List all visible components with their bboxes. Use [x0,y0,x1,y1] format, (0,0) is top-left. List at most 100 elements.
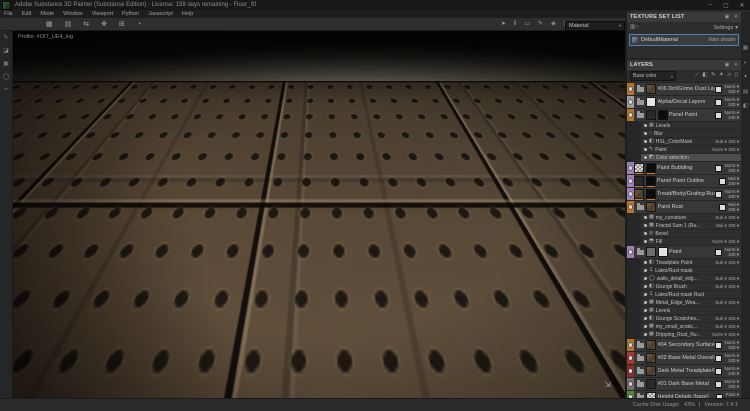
snapshot-icon[interactable]: ▭ [524,21,530,27]
visibility-eye-icon[interactable] [628,166,633,170]
visibility-eye-icon[interactable] [644,269,647,272]
visibility-eye-icon[interactable] [644,317,647,320]
layer-effect-row[interactable]: ◧ Grunge Brush Sub ▾ 100 ▾ [641,283,741,290]
visibility-eye-icon[interactable] [628,356,633,360]
visibility-eye-icon[interactable] [644,285,647,288]
dock-layers-icon[interactable]: ◧ [743,103,748,110]
visibility-eye-icon[interactable] [628,205,633,209]
blend-opacity-controls[interactable]: Norm ▾ 100 ▾ [724,366,741,377]
visibility-eye-icon[interactable] [628,343,633,347]
visibility-eye-icon[interactable] [644,148,647,151]
layer-effect-row[interactable]: ↧ Latex/Rust mask Rust [641,291,741,298]
texture-set-settings-button[interactable]: Settings ▾ [713,25,738,31]
visibility-eye-icon[interactable] [628,382,633,386]
blend-opacity-controls[interactable]: Norm ▾ 100 ▾ [712,239,741,245]
layer-effect-row[interactable]: ◩ Color selection [641,154,741,161]
blend-opacity-controls[interactable]: Norm ▾ 100 ▾ [724,110,741,121]
pen-pressure-icon[interactable]: ✎ [538,21,543,27]
add-effect-icon[interactable]: ⟋ [695,73,699,79]
blend-opacity-controls[interactable]: Norm ▾ 100 ▾ [712,332,741,338]
opacity-select[interactable]: 100 ▾ [728,358,739,364]
delete-layer-icon[interactable]: ▯ [735,73,738,79]
layer-effect-row[interactable]: ↧ Latex/Rust mask [641,267,741,274]
opacity-select[interactable]: 100 ▾ [728,371,739,377]
add-group-icon[interactable]: ▱ [727,73,731,79]
layer-row[interactable]: Panel Paint Outline Mul ▾ 100 ▾ [627,175,741,187]
layer-effect-row[interactable]: ◯ walls_detail_edg... Sub ▾ 100 ▾ [641,275,741,282]
blend-opacity-controls[interactable]: Norm ▾ 100 ▾ [724,247,741,258]
blend-opacity-controls[interactable]: Mul ▾ 100 ▾ [728,202,741,213]
layer-row[interactable]: #04 Secondary Surface Rust Layers Norm ▾1… [627,339,741,351]
visibility-eye-icon[interactable] [628,113,633,117]
layer-effect-row[interactable]: ▦ Levels [641,307,741,314]
menu-edit[interactable]: Edit [22,11,31,17]
layer-row[interactable]: #01 Dark Base Metal Norm ▾ 100 ▾ [627,378,741,390]
frame-view-icon[interactable]: ⊞ [119,21,125,28]
visibility-eye-icon[interactable] [628,250,633,254]
dock-properties-icon[interactable]: ▤ [743,89,748,96]
cursor-tool-icon[interactable]: ➤ [501,21,506,27]
opacity-select[interactable]: 100 ▾ [728,194,739,200]
visibility-eye-icon[interactable] [644,124,647,127]
pause-engine-icon[interactable]: ‖ [514,21,516,27]
panel-close-icon[interactable]: ✕ [734,14,738,20]
visibility-eye-icon[interactable] [644,325,647,328]
menu-python[interactable]: Python [122,11,139,17]
blend-opacity-controls[interactable]: Norm ▾ 100 ▾ [724,163,741,174]
texture-set-list-header[interactable]: TEXTURE SET LIST ▣ ✕ [627,12,741,22]
maximize-button[interactable]: ▢ [718,0,734,10]
layer-row[interactable]: Paint Norm ▾ 100 ▾ [627,246,741,258]
eraser-tool-icon[interactable]: ◪ [3,48,9,54]
layer-effect-row[interactable]: ◌ Blur [641,130,741,137]
blend-opacity-controls[interactable]: Sub ▾ 100 ▾ [715,324,741,330]
layer-effect-row[interactable]: ▩ Dripping_Rust_Ru... Norm ▾ 100 ▾ [641,331,741,338]
visibility-eye-icon[interactable] [644,293,647,296]
tsl-search-icon[interactable]: ○ [635,24,638,31]
projection-tool-icon[interactable]: ▣ [3,61,9,67]
opacity-select[interactable]: 100 ▾ [728,168,739,174]
blend-opacity-controls[interactable]: Norm ▾ 100 ▾ [724,379,741,390]
layers-header[interactable]: LAYERS ▣ ✕ [627,60,741,70]
symmetry-icon[interactable]: ⇆ [83,21,89,28]
blend-opacity-controls[interactable]: Sub ▾ 100 ▾ [715,316,741,322]
visibility-eye-icon[interactable] [628,369,633,373]
visibility-eye-icon[interactable] [644,140,647,143]
blend-opacity-controls[interactable]: Sub ▾ 100 ▾ [715,260,741,266]
visibility-eye-icon[interactable] [644,277,647,280]
close-button[interactable]: ✕ [734,0,750,10]
layer-effect-row[interactable]: ▩ my_curvature Sub ▾ 100 ▾ [641,214,741,221]
visibility-eye-icon[interactable] [628,100,633,104]
channel-filter-select[interactable]: Base color ▾ [630,71,676,81]
add-smart-material-icon[interactable]: ✦ [719,73,724,79]
dock-display-settings-icon[interactable]: ▦ [743,45,748,52]
paint-tool-icon[interactable]: ✎ [3,35,8,41]
visibility-eye-icon[interactable] [644,216,647,219]
menu-mode[interactable]: Mode [40,11,54,17]
visibility-eye-icon[interactable] [644,232,647,235]
layer-row[interactable]: Paint Bubbling Norm ▾ 100 ▾ [627,162,741,174]
blend-opacity-controls[interactable]: Sub ▾ 100 ▾ [715,215,741,221]
opacity-select[interactable]: 100 ▾ [728,207,739,213]
visibility-eye-icon[interactable] [644,156,647,159]
layer-row[interactable]: Paint Rust Mul ▾ 100 ▾ [627,201,741,213]
visibility-eye-icon[interactable] [644,261,647,264]
layer-effect-row[interactable]: ◧ Grunge Scratches... Sub ▾ 100 ▾ [641,315,741,322]
viewport-layout-2d-icon[interactable]: ▤ [65,21,72,28]
blend-opacity-controls[interactable]: Mul ▾ 100 ▾ [716,223,741,229]
dock-shader-settings-icon[interactable]: ◐ [744,60,747,67]
layer-row[interactable]: Tread/Body/Grating Rust Norm ▾ 100 ▾ [627,188,741,200]
layer-effect-row[interactable]: ✎ Paint Norm ▾ 100 ▾ [641,146,741,153]
layer-effect-row[interactable]: ◧ Treadplate Paint Sub ▾ 100 ▾ [641,259,741,266]
viewport-display-mode-select[interactable]: Material ▾ [565,21,625,31]
viewport-3d[interactable]: Profile: #OIT_UE4_log ⇲ [13,31,627,399]
layer-row[interactable]: #02 Base Metal Overall Rust Norm ▾100 ▾ [627,352,741,364]
opacity-select[interactable]: 100 ▾ [728,181,739,187]
menu-javascript[interactable]: Javascript [148,11,173,17]
panel-pin-icon[interactable]: ▣ [725,62,730,68]
resize-handle-icon[interactable]: ⇲ [604,380,611,389]
layer-effect-row[interactable]: ▦ Levels [641,122,741,129]
add-paint-layer-icon[interactable]: ✎ [711,73,716,79]
blend-opacity-controls[interactable]: Sub ▾ 100 ▾ [715,300,741,306]
blend-opacity-controls[interactable]: Norm ▾ 100 ▾ [724,97,741,108]
blend-opacity-controls[interactable]: Sub ▾ 100 ▾ [715,284,741,290]
